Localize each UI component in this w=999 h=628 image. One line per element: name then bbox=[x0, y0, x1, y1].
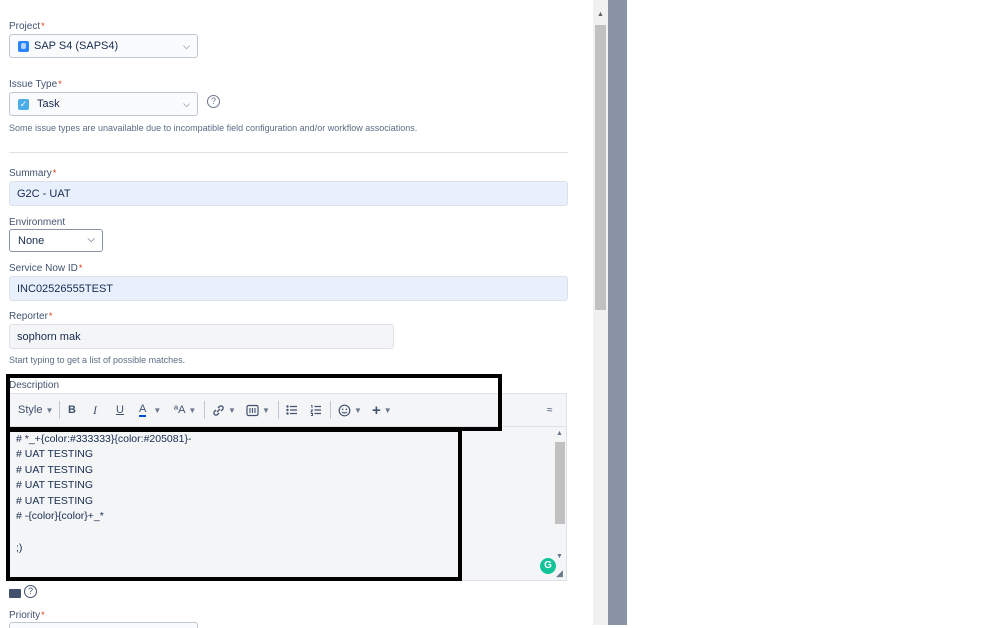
reporter-input[interactable]: sophorn mak bbox=[9, 324, 394, 349]
divider bbox=[9, 152, 568, 153]
issue-type-select[interactable]: ✓ Task ⌵ bbox=[9, 92, 198, 116]
chevron-down-icon: ⌵ bbox=[183, 99, 190, 109]
chevron-down-icon: ⌵ bbox=[87, 234, 95, 245]
project-icon bbox=[18, 40, 29, 52]
chevron-down-icon: ⌵ bbox=[183, 41, 190, 51]
reporter-help: Start typing to get a list of possible m… bbox=[9, 355, 186, 365]
summary-value: G2C - UAT bbox=[17, 187, 71, 200]
background-sidebar bbox=[608, 0, 627, 625]
collapse-toolbar-button[interactable]: ≈ bbox=[547, 402, 553, 418]
annotation-box-editor bbox=[6, 428, 462, 581]
summary-label: Summary* bbox=[9, 168, 57, 179]
resize-handle[interactable]: ◢ bbox=[556, 568, 563, 579]
project-label: Project* bbox=[9, 21, 45, 32]
grammarly-icon[interactable]: G bbox=[540, 558, 556, 574]
editor-scrollbar[interactable]: ▲ ▼ bbox=[553, 427, 566, 580]
help-icon[interactable]: ? bbox=[207, 95, 220, 108]
folder-icon[interactable] bbox=[9, 589, 21, 598]
issue-type-value: Task bbox=[37, 98, 60, 110]
service-now-id-value: INC02526555TEST bbox=[17, 282, 113, 295]
editor-scrollbar-thumb[interactable] bbox=[555, 442, 565, 524]
reporter-label: Reporter* bbox=[9, 311, 53, 322]
scroll-up-arrow[interactable]: ▲ bbox=[597, 11, 604, 18]
issue-type-note: Some issue types are unavailable due to … bbox=[9, 123, 418, 133]
service-now-id-label: Service Now ID* bbox=[9, 263, 83, 274]
issue-type-label: Issue Type* bbox=[9, 79, 62, 90]
scroll-up-arrow[interactable]: ▲ bbox=[556, 430, 563, 437]
environment-label: Environment bbox=[9, 217, 66, 228]
summary-input[interactable]: G2C - UAT bbox=[9, 181, 568, 206]
collapse-icon: ≈ bbox=[547, 404, 553, 416]
help-icon[interactable]: ? bbox=[24, 585, 37, 598]
page-scrollbar-thumb[interactable] bbox=[595, 25, 606, 310]
project-value: SAP S4 (SAPS4) bbox=[34, 40, 119, 52]
page-scrollbar[interactable]: ▲ bbox=[593, 0, 608, 625]
priority-label: Priority* bbox=[9, 610, 45, 621]
priority-select[interactable] bbox=[9, 622, 198, 628]
reporter-value: sophorn mak bbox=[17, 330, 81, 343]
annotation-box-toolbar bbox=[6, 374, 502, 431]
service-now-id-input[interactable]: INC02526555TEST bbox=[9, 276, 568, 301]
environment-value: None bbox=[18, 234, 45, 247]
project-select[interactable]: SAP S4 (SAPS4) ⌵ bbox=[9, 34, 198, 58]
scroll-down-arrow[interactable]: ▼ bbox=[556, 553, 563, 560]
environment-select[interactable]: None ⌵ bbox=[9, 229, 103, 252]
task-icon: ✓ bbox=[18, 98, 29, 110]
